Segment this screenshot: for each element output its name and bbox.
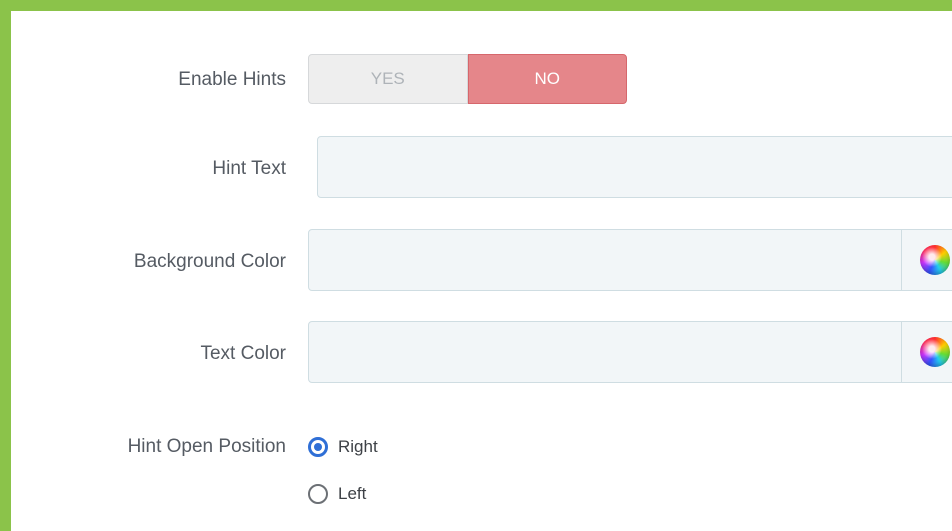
text-color-picker-button[interactable] bbox=[901, 322, 952, 382]
enable-hints-label: Enable Hints bbox=[178, 69, 286, 90]
hint-text-input[interactable] bbox=[317, 136, 952, 198]
background-color-input[interactable] bbox=[308, 229, 952, 291]
radio-option-right[interactable]: Right bbox=[308, 437, 378, 457]
color-wheel-icon bbox=[920, 245, 950, 275]
enable-hints-toggle[interactable]: YES NO bbox=[308, 54, 627, 104]
enable-hints-yes-button[interactable]: YES bbox=[308, 54, 468, 104]
radio-label-right: Right bbox=[338, 437, 378, 456]
text-color-input[interactable] bbox=[308, 321, 952, 383]
color-wheel-icon bbox=[920, 337, 950, 367]
hint-text-label: Hint Text bbox=[212, 158, 286, 179]
background-color-picker-button[interactable] bbox=[901, 230, 952, 290]
enable-hints-no-button[interactable]: NO bbox=[467, 54, 627, 104]
background-color-field[interactable] bbox=[309, 230, 901, 290]
radio-button-checked[interactable] bbox=[308, 437, 328, 457]
text-color-label: Text Color bbox=[200, 343, 286, 364]
radio-option-left[interactable]: Left bbox=[308, 484, 366, 504]
background-color-label: Background Color bbox=[133, 251, 286, 272]
hint-open-position-label: Hint Open Position bbox=[127, 436, 286, 457]
radio-label-left: Left bbox=[338, 484, 367, 503]
radio-button-unchecked[interactable] bbox=[308, 484, 328, 504]
text-color-field[interactable] bbox=[309, 322, 901, 382]
